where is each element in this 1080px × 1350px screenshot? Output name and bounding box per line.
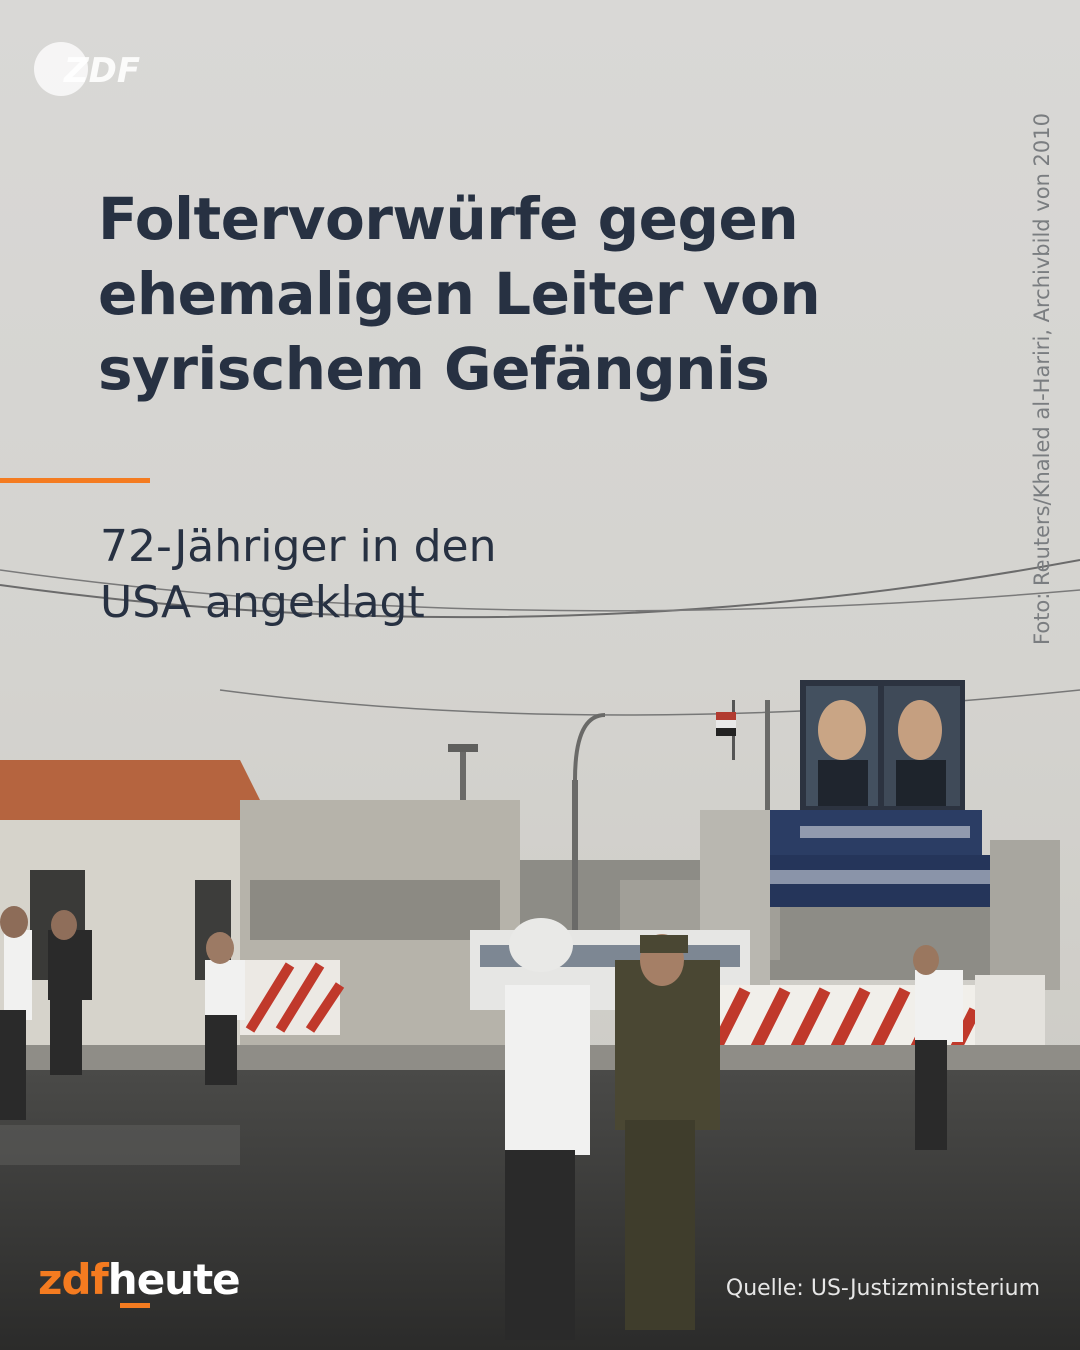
post-card: ZDF Foltervorwürfe gegen ehemaligen Leit… xyxy=(0,0,1080,1350)
zdf-logo-text: ZDF xyxy=(63,51,140,91)
headline: Foltervorwürfe gegen ehemaligen Leiter v… xyxy=(98,185,821,403)
zdf-logo-icon: ZDF xyxy=(34,42,140,96)
subheadline: 72-Jähriger in den USA angeklagt xyxy=(100,521,497,628)
photo-credit: Foto: Reuters/Khaled al-Hariri, Archivbi… xyxy=(1030,113,1054,645)
brand-underline xyxy=(120,1303,150,1308)
source-note: Quelle: US-Justizministerium xyxy=(725,1276,1040,1301)
brand-zdf: zdf xyxy=(38,1255,109,1304)
zdfheute-logo: zdfheute xyxy=(38,1255,241,1304)
brand-heute: heute xyxy=(107,1255,241,1304)
accent-divider xyxy=(0,478,150,483)
